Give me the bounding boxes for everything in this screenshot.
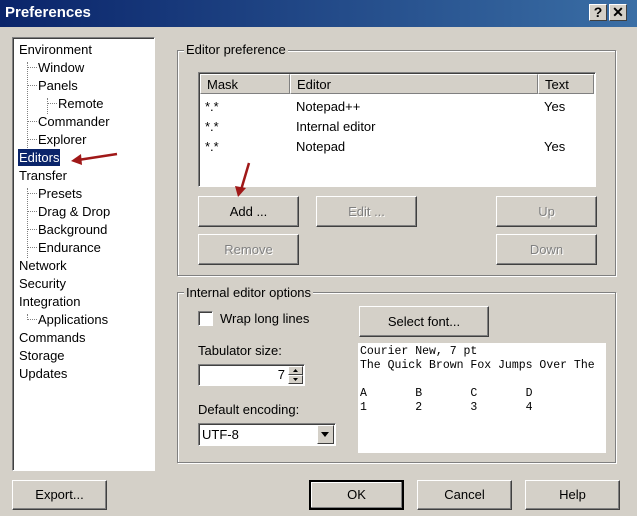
wrap-lines-checkbox[interactable] — [198, 311, 213, 326]
tree-connector — [27, 247, 37, 248]
close-title-button[interactable]: ✕ — [609, 4, 627, 21]
edit-button[interactable]: Edit ... — [316, 196, 417, 227]
select-font-button[interactable]: Select font... — [359, 306, 489, 337]
tree-item-commands[interactable]: Commands — [19, 329, 85, 346]
tree-connector — [27, 62, 28, 150]
export-button[interactable]: Export... — [12, 480, 107, 510]
preview-line-3 — [360, 373, 604, 387]
tree-connector — [27, 229, 37, 230]
tabulator-size-spinner[interactable]: 7 — [198, 364, 305, 386]
encoding-value[interactable]: UTF-8 — [202, 427, 239, 442]
tree-connector — [27, 193, 37, 194]
tree-item-environment[interactable]: Environment — [19, 41, 92, 58]
tree-item-endurance[interactable]: Endurance — [38, 239, 101, 256]
tree-item-drag-drop[interactable]: Drag & Drop — [38, 203, 110, 220]
tree-item-commander[interactable]: Commander — [38, 113, 110, 130]
spin-down-button[interactable] — [288, 375, 303, 384]
tree-item-transfer[interactable]: Transfer — [19, 167, 67, 184]
default-encoding-label: Default encoding: — [198, 402, 300, 417]
annotation-arrow-editors — [71, 152, 118, 165]
row-1-text[interactable]: Yes — [544, 97, 565, 117]
encoding-dropdown-button[interactable] — [317, 425, 334, 444]
close-icon: ✕ — [612, 4, 624, 20]
annotation-arrow-add — [235, 162, 251, 197]
row-1-mask[interactable]: *.* — [205, 97, 219, 117]
spin-up-button[interactable] — [288, 366, 303, 375]
tree-item-integration[interactable]: Integration — [19, 293, 80, 310]
tree-item-network[interactable]: Network — [19, 257, 67, 274]
tree-item-security[interactable]: Security — [19, 275, 66, 292]
help-button[interactable]: Help — [525, 480, 620, 510]
remove-button[interactable]: Remove — [198, 234, 299, 265]
help-icon: ? — [593, 4, 603, 20]
tree-item-storage[interactable]: Storage — [19, 347, 65, 364]
help-title-button[interactable]: ? — [589, 4, 607, 21]
tree-connector — [47, 103, 57, 104]
tabulator-size-label: Tabulator size: — [198, 343, 282, 358]
editor-preference-title: Editor preference — [184, 42, 288, 57]
row-3-text[interactable]: Yes — [544, 137, 565, 157]
chevron-down-icon — [321, 432, 329, 437]
tree-item-editors[interactable]: Editors — [18, 149, 61, 166]
ok-button[interactable]: OK — [309, 480, 404, 510]
tree-item-applications[interactable]: Applications — [38, 311, 108, 328]
preview-line-2: The Quick Brown Fox Jumps Over The — [360, 359, 595, 372]
add-button[interactable]: Add ... — [198, 196, 299, 227]
title-bar[interactable]: Preferences ? ✕ — [0, 0, 637, 27]
cancel-button[interactable]: Cancel — [417, 480, 512, 510]
preview-line-5: 1 2 3 4 — [360, 401, 533, 414]
row-2-editor[interactable]: Internal editor — [296, 117, 376, 137]
tree-item-window[interactable]: Window — [38, 59, 84, 76]
tree-connector — [27, 319, 37, 320]
row-1-editor[interactable]: Notepad++ — [296, 97, 360, 117]
tree-connector — [27, 67, 37, 68]
preferences-tree[interactable]: Environment Window Panels Remote Command… — [12, 37, 155, 471]
editor-list[interactable]: Mask Editor Text *.* Notepad++ Yes *.* I… — [198, 72, 596, 187]
tree-connector — [47, 98, 48, 114]
row-3-editor[interactable]: Notepad — [296, 137, 345, 157]
tree-item-background[interactable]: Background — [38, 221, 107, 238]
internal-editor-title: Internal editor options — [184, 285, 314, 300]
tree-item-updates[interactable]: Updates — [19, 365, 67, 382]
tree-connector — [27, 139, 37, 140]
encoding-select[interactable]: UTF-8 — [198, 423, 336, 446]
font-preview: Courier New, 7 pt The Quick Brown Fox Jum… — [358, 343, 606, 453]
tree-item-remote[interactable]: Remote — [58, 95, 104, 112]
spin-down-icon — [293, 378, 298, 381]
column-header-mask[interactable]: Mask — [200, 74, 290, 94]
row-2-mask[interactable]: *.* — [205, 117, 219, 137]
preview-line-4: A B C D — [360, 387, 533, 400]
window-title: Preferences — [5, 4, 91, 21]
up-button[interactable]: Up — [496, 196, 597, 227]
column-header-text[interactable]: Text — [538, 74, 594, 94]
column-header-editor[interactable]: Editor — [290, 74, 538, 94]
tree-item-panels[interactable]: Panels — [38, 77, 78, 94]
preview-line-1: Courier New, 7 pt — [360, 345, 478, 358]
wrap-lines-label[interactable]: Wrap long lines — [220, 311, 309, 326]
row-3-mask[interactable]: *.* — [205, 137, 219, 157]
tree-item-presets[interactable]: Presets — [38, 185, 82, 202]
down-button[interactable]: Down — [496, 234, 597, 265]
tree-connector — [27, 85, 37, 86]
tree-connector — [27, 211, 37, 212]
preferences-window: Preferences ? ✕ Environment Window Panel… — [0, 0, 637, 516]
spin-up-icon — [293, 369, 298, 372]
tabulator-size-value[interactable]: 7 — [278, 367, 285, 382]
tree-connector — [27, 121, 37, 122]
